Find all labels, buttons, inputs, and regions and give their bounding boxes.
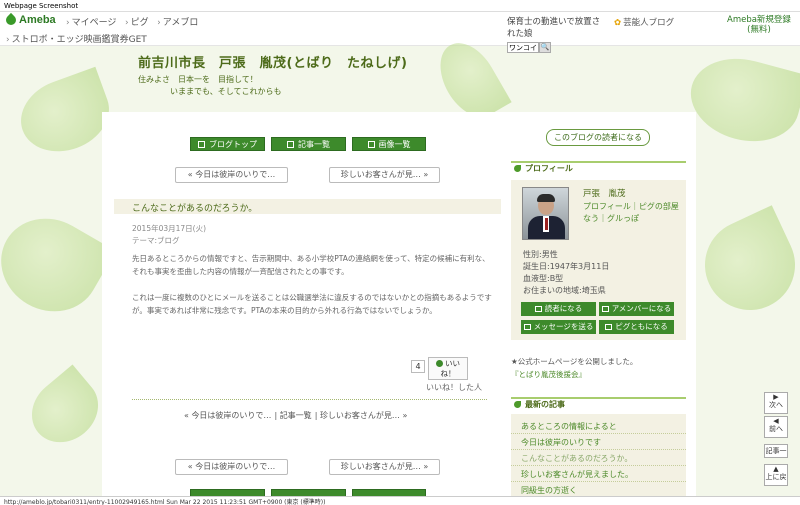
recent-item[interactable]: 同級生の方逝く: [521, 485, 577, 496]
blog-title[interactable]: 前吉川市長 戸張 胤茂(とばり たねしげ): [138, 52, 407, 71]
ameba-logo[interactable]: Ameba: [3, 13, 56, 28]
blog-top-button[interactable]: ブログトップ: [190, 137, 265, 151]
bottom-entry-nav: « 今日は彼岸のいりで… | 記事一覧 | 珍しいお客さんが見… »: [184, 411, 408, 420]
list-icon: [287, 141, 294, 148]
bottom-list-link[interactable]: 記事一覧: [280, 411, 312, 420]
entry-paragraph-1: 先日あるところからの情報ですと、告示期間中、ある小学校PTAの連絡網を使って、特…: [132, 254, 490, 276]
search-icon[interactable]: 🔍: [539, 42, 551, 53]
float-list-button[interactable]: 記事一: [764, 444, 788, 458]
profile-heading: プロフィール: [511, 161, 686, 175]
camera-icon: [367, 141, 375, 148]
profile-links[interactable]: プロフィール｜ピグの部屋 なう｜グルっぽ: [583, 201, 683, 225]
left-arrow-icon: ◀: [773, 417, 779, 425]
bg-leaf-decoration: [690, 205, 800, 325]
bg-leaf-decoration: [18, 364, 112, 456]
amember-button[interactable]: アメンバーになる: [599, 302, 674, 316]
nav-pigg[interactable]: ピグ: [125, 18, 149, 28]
recent-divider: [511, 481, 686, 482]
nav-mypage[interactable]: マイページ: [66, 18, 116, 28]
blog-subtitle-2: いままでも、そしてこれからも: [170, 87, 282, 96]
recent-item[interactable]: 珍しいお客さんが見えました。: [521, 469, 633, 480]
up-arrow-icon: ▲: [773, 465, 779, 473]
message-label: メッセージを送る: [533, 322, 594, 331]
like-users-link[interactable]: いいね！した人: [426, 382, 482, 393]
image-list-label: 画像一覧: [378, 140, 411, 149]
bottom-prev-link[interactable]: « 今日は彼岸のいりで…: [184, 411, 271, 420]
bg-leaf-decoration: [681, 47, 800, 153]
article-list-button[interactable]: 記事一覧: [271, 137, 346, 151]
right-arrow-icon: ▶: [773, 393, 779, 401]
recent-item[interactable]: あるところの情報によると: [521, 421, 617, 432]
float-prev-button[interactable]: ◀ 前へ: [764, 416, 788, 438]
pig-icon: [605, 324, 613, 330]
like-label: いいね！: [440, 359, 461, 378]
float-top-label: 上に戻: [765, 473, 787, 481]
search-form: 🔍: [507, 42, 551, 53]
nav-ameblo[interactable]: アメブロ: [157, 18, 198, 28]
reader-button[interactable]: 読者になる: [521, 302, 596, 316]
logo-text: Ameba: [19, 14, 56, 26]
like-button[interactable]: いいね！: [428, 357, 468, 380]
amember-icon: [601, 306, 609, 312]
profile-location: お住まいの地域:埼玉県: [523, 286, 606, 295]
article-list-label: 記事一覧: [298, 140, 330, 149]
notice-link[interactable]: 『とばり胤茂後援会』: [511, 369, 586, 380]
prev-entry-button[interactable]: « 今日は彼岸のいりで…: [175, 167, 288, 183]
prev-entry-button-bottom[interactable]: « 今日は彼岸のいりで…: [175, 459, 288, 475]
like-count: 4: [411, 360, 425, 373]
recent-divider: [511, 433, 686, 434]
global-nav: マイページ ピグ アメブロ: [66, 15, 204, 28]
pig-friend-button[interactable]: ピグともになる: [599, 320, 674, 334]
entry-theme[interactable]: テーマ:ブログ: [132, 235, 180, 246]
like-icon: [436, 360, 443, 367]
reader-label: 読者になる: [544, 304, 583, 313]
promo-link[interactable]: ストロボ・エッジ映画鑑賞券GET: [6, 32, 147, 45]
screenshot-label: Webpage Screenshot: [0, 0, 800, 12]
become-reader-button[interactable]: このブログの読者になる: [546, 129, 650, 146]
avatar[interactable]: [522, 187, 569, 240]
divider: [132, 399, 487, 400]
amember-label: アメンバーになる: [611, 304, 672, 313]
news-ticker[interactable]: 保育士の勤進いで放置された娘: [507, 16, 607, 40]
signup-link[interactable]: Ameba新規登録 (無料): [727, 15, 791, 35]
entry-paragraph-2: これは一度に複数のひとにメールを送ることは公職選挙法に違反するのではないかとの指…: [132, 293, 492, 315]
avatar-tie: [545, 218, 548, 230]
search-input[interactable]: [507, 42, 539, 53]
recent-divider: [511, 449, 686, 450]
celebrity-blog-link[interactable]: 芸能人ブログ: [614, 16, 674, 28]
float-next-label: 次へ: [769, 401, 783, 409]
blog-top-label: ブログトップ: [209, 140, 257, 149]
message-button[interactable]: メッセージを送る: [521, 320, 596, 334]
entry-date: 2015年03月17日(火): [132, 224, 207, 233]
bottom-next-link[interactable]: 珍しいお客さんが見… »: [320, 411, 407, 420]
recent-item[interactable]: 今日は彼岸のいりです: [521, 437, 601, 448]
recent-heading: 最新の記事: [511, 397, 686, 411]
mail-icon: [523, 324, 531, 330]
global-header: Ameba マイページ ピグ アメブロ ストロボ・エッジ映画鑑賞券GET 保育士…: [0, 12, 800, 53]
profile-gender: 性別:男性: [523, 250, 558, 259]
blog-subtitle: 住みよさ 日本一を 目指して！: [138, 75, 258, 84]
notice-text: ★公式ホームページを公開しました。: [511, 357, 638, 366]
ameba-leaf-icon: [3, 13, 19, 28]
pig-friend-label: ピグともになる: [615, 322, 668, 331]
bg-leaf-decoration: [0, 201, 116, 329]
profile-birthday: 誕生日:1947年3月11日: [523, 262, 610, 271]
recent-item-current[interactable]: こんなことがあるのだろうか。: [521, 453, 632, 464]
float-prev-label: 前へ: [769, 425, 783, 433]
float-next-button[interactable]: ▶ 次へ: [764, 392, 788, 414]
next-entry-button-bottom[interactable]: 珍しいお客さんが見… »: [329, 459, 440, 475]
next-entry-button[interactable]: 珍しいお客さんが見… »: [329, 167, 440, 183]
image-list-button[interactable]: 画像一覧: [352, 137, 426, 151]
entry-title[interactable]: こんなことがあるのだろうか。: [132, 201, 257, 214]
profile-blood: 血液型:B型: [523, 274, 564, 283]
blog-icon: [198, 141, 205, 148]
recent-divider: [511, 465, 686, 466]
book-icon: [534, 306, 542, 312]
avatar-hair: [537, 194, 555, 202]
float-top-button[interactable]: ▲ 上に戻: [764, 464, 788, 486]
profile-name[interactable]: 戸張 胤茂: [583, 187, 626, 199]
status-bar: http://ameblo.jp/tobari0311/entry-110029…: [0, 496, 800, 505]
